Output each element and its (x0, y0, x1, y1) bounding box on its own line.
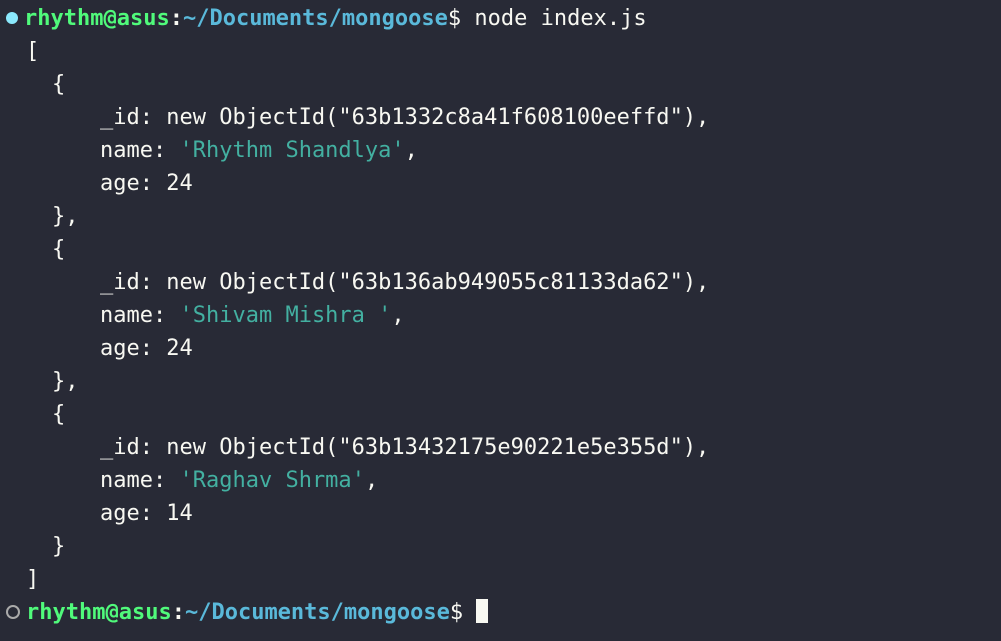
output-close-bracket: ] (0, 563, 1001, 596)
user-host: rhythm@asus (26, 600, 172, 625)
user-host: rhythm@asus (24, 6, 170, 31)
prompt-path: ~/Documents/mongoose (185, 600, 450, 625)
field-name: name: 'Rhythm Shandlya', (0, 134, 1001, 167)
command-text: node index.js (474, 6, 646, 31)
field-name: name: 'Raghav Shrma', (0, 464, 1001, 497)
object-open-brace: { (0, 398, 1001, 431)
cursor-icon (476, 599, 488, 623)
prompt-line-1: rhythm@asus:~/Documents/mongoose$ node i… (0, 2, 1001, 35)
field-age: age: 24 (0, 332, 1001, 365)
output-open-bracket: [ (0, 35, 1001, 68)
terminal[interactable]: rhythm@asus:~/Documents/mongoose$ node i… (0, 0, 1001, 631)
object-close-brace: } (0, 530, 1001, 563)
field-id: _id: new ObjectId("63b136ab949055c81133d… (0, 266, 1001, 299)
field-name: name: 'Shivam Mishra ', (0, 299, 1001, 332)
field-id: _id: new ObjectId("63b1332c8a41f608100ee… (0, 101, 1001, 134)
prompt-line-2[interactable]: rhythm@asus:~/Documents/mongoose$ (0, 596, 1001, 629)
field-age: age: 14 (0, 497, 1001, 530)
bullet-inactive-icon (6, 605, 20, 619)
object-close-brace: }, (0, 365, 1001, 398)
field-age: age: 24 (0, 167, 1001, 200)
prompt-path: ~/Documents/mongoose (183, 6, 448, 31)
field-id: _id: new ObjectId("63b13432175e90221e5e3… (0, 431, 1001, 464)
bullet-active-icon (6, 12, 18, 24)
object-open-brace: { (0, 68, 1001, 101)
object-close-brace: }, (0, 200, 1001, 233)
object-open-brace: { (0, 233, 1001, 266)
